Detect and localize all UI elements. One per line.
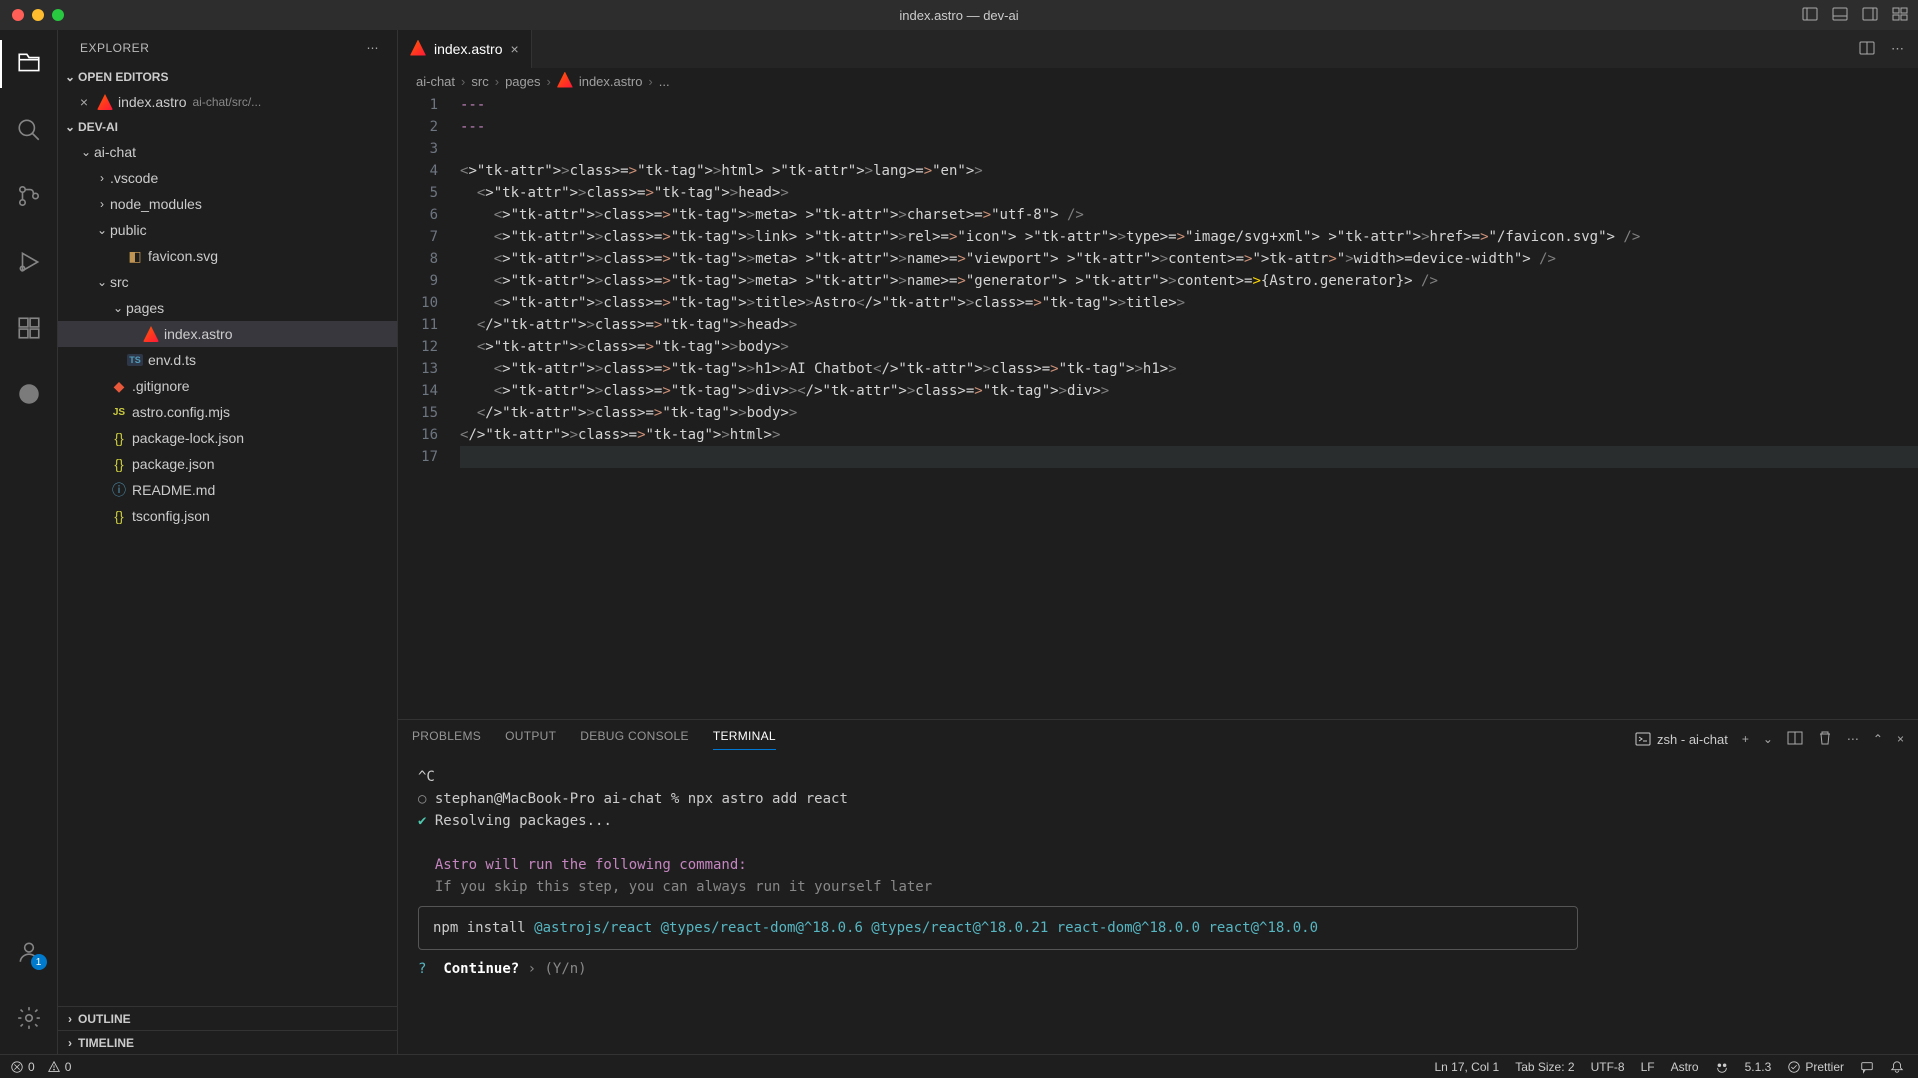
split-terminal-icon[interactable] [1787, 730, 1803, 749]
debug-console-tab[interactable]: DEBUG CONSOLE [580, 729, 689, 749]
chevron-down-icon: ⌄ [62, 120, 78, 134]
status-bell-icon[interactable] [1890, 1060, 1904, 1074]
status-encoding[interactable]: UTF-8 [1591, 1060, 1625, 1074]
kill-terminal-icon[interactable] [1817, 730, 1833, 749]
folder-item[interactable]: ⌄public [58, 217, 397, 243]
status-tab-size[interactable]: Tab Size: 2 [1515, 1060, 1574, 1074]
astro-file-icon [96, 94, 114, 110]
output-tab[interactable]: OUTPUT [505, 729, 556, 749]
panel-tabs: PROBLEMS OUTPUT DEBUG CONSOLE TERMINAL z… [398, 720, 1918, 758]
editor-tab[interactable]: index.astro × [398, 30, 532, 68]
sidebar-header: EXPLORER ⋯ [58, 30, 397, 65]
status-errors[interactable]: 0 [10, 1060, 35, 1074]
explorer-activity[interactable] [5, 40, 53, 88]
status-copilot-icon[interactable] [1715, 1060, 1729, 1074]
file-item[interactable]: TSenv.d.ts [58, 347, 397, 373]
terminal-selector[interactable]: zsh - ai-chat [1635, 731, 1728, 747]
folder-item[interactable]: ›.vscode [58, 165, 397, 191]
file-item[interactable]: ◆.gitignore [58, 373, 397, 399]
problems-tab[interactable]: PROBLEMS [412, 729, 481, 749]
terminal-tab[interactable]: TERMINAL [713, 729, 776, 750]
sidebar-title: EXPLORER [80, 41, 149, 55]
settings-activity[interactable] [5, 994, 53, 1042]
open-editors-section[interactable]: ⌄ OPEN EDITORS [58, 65, 397, 89]
status-formatter[interactable]: Prettier [1787, 1060, 1844, 1074]
status-version[interactable]: 5.1.3 [1745, 1060, 1772, 1074]
astro-file-icon [410, 40, 426, 59]
status-feedback-icon[interactable] [1860, 1060, 1874, 1074]
explorer-sidebar: EXPLORER ⋯ ⌄ OPEN EDITORS × index.astro … [58, 30, 398, 1054]
close-editor-icon[interactable]: × [76, 94, 92, 110]
window-title: index.astro — dev-ai [899, 8, 1018, 23]
minimize-window-button[interactable] [32, 9, 44, 21]
terminal-command-box: npm install @astrojs/react @types/react-… [418, 906, 1578, 950]
close-window-button[interactable] [12, 9, 24, 21]
folder-item[interactable]: ⌄ai-chat [58, 139, 397, 165]
layout-controls [1802, 6, 1908, 25]
accounts-badge: 1 [31, 954, 47, 970]
status-eol[interactable]: LF [1641, 1060, 1655, 1074]
customize-layout-icon[interactable] [1892, 6, 1908, 25]
outline-section[interactable]: › OUTLINE [58, 1006, 397, 1030]
astro-file-icon [557, 72, 573, 91]
file-item[interactable]: index.astro [58, 321, 397, 347]
code-editor[interactable]: 1234567891011121314151617 ------ <>"tk-a… [398, 94, 1918, 719]
bottom-panel: PROBLEMS OUTPUT DEBUG CONSOLE TERMINAL z… [398, 719, 1918, 1054]
editor-area: index.astro × ⋯ ai-chat› src› pages› ind… [398, 30, 1918, 1054]
sidebar-more-icon[interactable]: ⋯ [367, 41, 380, 55]
maximize-panel-icon[interactable]: ⌃ [1873, 732, 1883, 746]
titlebar: index.astro — dev-ai [0, 0, 1918, 30]
terminal-output[interactable]: ^C ○ stephan@MacBook-Pro ai-chat % npx a… [398, 758, 1918, 1054]
file-item[interactable]: JSastro.config.mjs [58, 399, 397, 425]
editor-tab-bar: index.astro × ⋯ [398, 30, 1918, 68]
toggle-secondary-sidebar-icon[interactable] [1862, 6, 1878, 25]
file-item[interactable]: ⓘREADME.md [58, 477, 397, 503]
file-item[interactable]: {}tsconfig.json [58, 503, 397, 529]
more-terminal-actions-icon[interactable]: ⋯ [1847, 732, 1859, 746]
code-content[interactable]: ------ <>"tk-attr">>class>=>"tk-tag">>ht… [460, 94, 1918, 719]
more-actions-icon[interactable]: ⋯ [1891, 41, 1904, 57]
open-editor-item[interactable]: × index.astro ai-chat/src/... [58, 89, 397, 115]
file-tree: ⌄ai-chat›.vscode›node_modules⌄public◧fav… [58, 139, 397, 1006]
maximize-window-button[interactable] [52, 9, 64, 21]
file-item[interactable]: ◧favicon.svg [58, 243, 397, 269]
chevron-down-icon: ⌄ [62, 70, 78, 84]
toggle-primary-sidebar-icon[interactable] [1802, 6, 1818, 25]
folder-item[interactable]: ⌄src [58, 269, 397, 295]
edge-tools-activity[interactable] [5, 370, 53, 418]
chevron-right-icon: › [62, 1012, 78, 1026]
folder-item[interactable]: ›node_modules [58, 191, 397, 217]
workspace-section[interactable]: ⌄ DEV-AI [58, 115, 397, 139]
status-cursor-position[interactable]: Ln 17, Col 1 [1434, 1060, 1499, 1074]
breadcrumb[interactable]: ai-chat› src› pages› index.astro› ... [398, 68, 1918, 94]
extensions-activity[interactable] [5, 304, 53, 352]
close-tab-icon[interactable]: × [510, 41, 518, 57]
terminal-dropdown-icon[interactable]: ⌄ [1763, 732, 1773, 746]
chevron-right-icon: › [62, 1036, 78, 1050]
traffic-lights [0, 9, 64, 21]
source-control-activity[interactable] [5, 172, 53, 220]
accounts-activity[interactable]: 1 [5, 928, 53, 976]
status-language[interactable]: Astro [1671, 1060, 1699, 1074]
file-item[interactable]: {}package.json [58, 451, 397, 477]
folder-item[interactable]: ⌄pages [58, 295, 397, 321]
new-terminal-icon[interactable]: + [1742, 732, 1749, 746]
status-warnings[interactable]: 0 [47, 1060, 72, 1074]
close-panel-icon[interactable]: × [1897, 732, 1904, 746]
file-item[interactable]: {}package-lock.json [58, 425, 397, 451]
run-debug-activity[interactable] [5, 238, 53, 286]
line-gutter: 1234567891011121314151617 [398, 94, 460, 719]
statusbar: 0 0 Ln 17, Col 1 Tab Size: 2 UTF-8 LF As… [0, 1054, 1918, 1078]
timeline-section[interactable]: › TIMELINE [58, 1030, 397, 1054]
search-activity[interactable] [5, 106, 53, 154]
toggle-panel-icon[interactable] [1832, 6, 1848, 25]
split-editor-icon[interactable] [1859, 40, 1875, 59]
activity-bar: 1 [0, 30, 58, 1054]
